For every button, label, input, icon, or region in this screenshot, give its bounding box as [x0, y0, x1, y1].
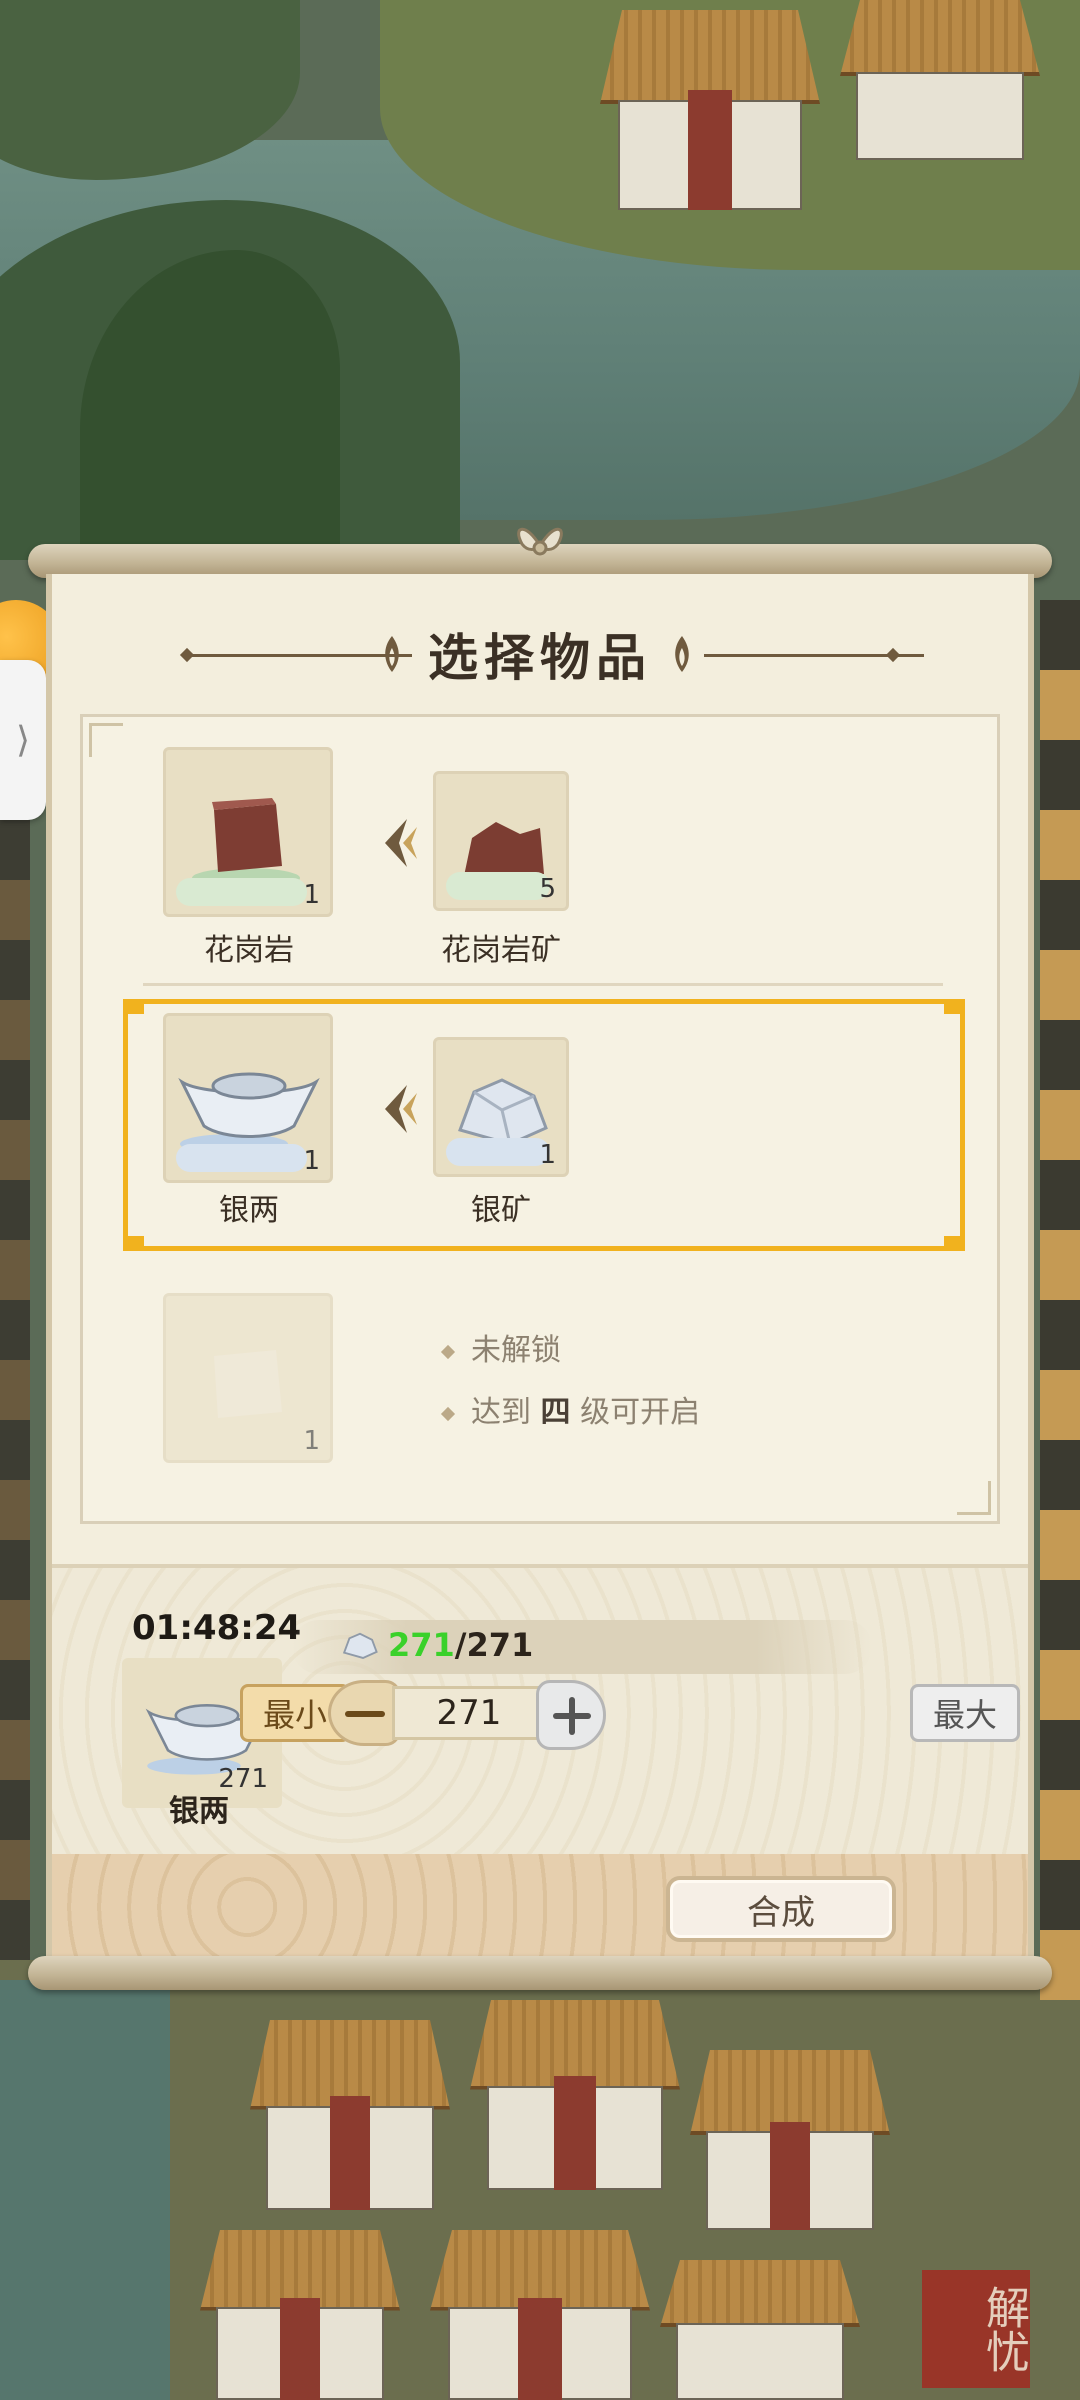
building: [840, 0, 1040, 160]
cost-amount: 271/271: [388, 1626, 533, 1664]
increase-button[interactable]: [536, 1680, 606, 1750]
item-count: 1: [303, 880, 320, 910]
building: [250, 2020, 450, 2210]
unlock-level: 四: [540, 1395, 571, 1430]
quantity-input[interactable]: 271: [392, 1686, 546, 1740]
building: [690, 2050, 890, 2230]
marble-block-icon: [214, 1350, 282, 1418]
building: [200, 2230, 400, 2400]
chevron-right-icon: ⟩: [15, 719, 31, 761]
decrease-button[interactable]: [328, 1680, 400, 1746]
craft-controls: 01:48:24 271 银两 271/271 最小 271 最大: [52, 1564, 1028, 1858]
dialog-footer: 合成: [52, 1854, 1028, 1960]
unlock-requirement: 达到 四 级可开启: [440, 1387, 701, 1431]
result-name: 银两: [169, 1794, 229, 1829]
item-name: 银两: [219, 1193, 279, 1228]
row-divider: [143, 983, 943, 986]
minus-icon: [345, 1711, 385, 1717]
output-slot[interactable]: 1: [163, 747, 333, 917]
granite-block-icon: [192, 798, 300, 888]
recipe-row-locked[interactable]: 1 未解锁 达到 四 级可开启: [103, 1283, 979, 1487]
building: [430, 2230, 650, 2400]
item-count: 1: [303, 1426, 320, 1456]
unlock-suffix: 级可开启: [580, 1395, 701, 1430]
item-count: 5: [539, 874, 556, 904]
bullet-icon: [440, 1406, 456, 1421]
max-button[interactable]: 最大: [910, 1684, 1020, 1742]
locked-status: 未解锁: [440, 1325, 561, 1369]
silver-ingot-icon: [178, 1072, 320, 1154]
count-badge: [446, 872, 550, 900]
recipe-row[interactable]: 1 花岗岩 5 花岗岩矿: [103, 747, 979, 997]
flame-ornament-icon: [675, 636, 689, 672]
left-buildings-strip: [0, 820, 30, 1960]
bullet-icon: [440, 1344, 456, 1359]
silver-ore-icon: [342, 1632, 378, 1659]
output-slot[interactable]: 1: [163, 1013, 333, 1183]
building: [600, 10, 820, 210]
chevron-left-icon: [385, 819, 417, 867]
recipe-row-selected[interactable]: 1 银两 1 银矿: [103, 999, 979, 1251]
craft-timer: 01:48:24: [132, 1608, 302, 1648]
input-slot[interactable]: 1: [433, 1037, 569, 1177]
plus-icon: [553, 1697, 591, 1735]
knot-icon: [517, 527, 563, 556]
building: [660, 2260, 860, 2400]
item-name: 银矿: [471, 1193, 531, 1228]
output-slot: 1: [163, 1293, 333, 1463]
count-badge: [446, 1138, 550, 1166]
dialog-title: 选择物品: [428, 629, 652, 687]
item-name: 花岗岩矿: [441, 933, 561, 968]
locked-text: 未解锁: [471, 1333, 561, 1368]
side-expand-tab[interactable]: ⟩: [0, 660, 46, 820]
input-slot[interactable]: 5: [433, 771, 569, 911]
item-count: 1: [303, 1146, 320, 1176]
count-badge: [176, 1144, 308, 1172]
cost-have: 271: [388, 1626, 455, 1664]
recipe-list-frame: 1 花岗岩 5 花岗岩矿 1 银两 1 银矿 1 未解锁 达到 四 级可开启: [80, 714, 1000, 1524]
right-buildings-strip: [1040, 600, 1080, 2000]
scroll-rod-bottom: [28, 1956, 1052, 1990]
recipe-list[interactable]: 1 花岗岩 5 花岗岩矿 1 银两 1 银矿 1 未解锁 达到 四 级可开启: [103, 737, 979, 1487]
select-item-dialog: 选择物品 1 花岗岩 5 花岗岩矿 1 银两 1 银矿 1 未解锁 达到 四 级…: [46, 574, 1034, 1960]
craft-button[interactable]: 合成: [666, 1876, 896, 1942]
item-count: 1: [539, 1140, 556, 1170]
river-bottom: [0, 1980, 170, 2400]
count-badge: [176, 878, 308, 906]
chevron-left-icon: [385, 1085, 417, 1133]
item-name: 花岗岩: [204, 933, 294, 968]
unlock-prefix: 达到: [471, 1395, 531, 1430]
building: [470, 2000, 680, 2190]
corner-seal[interactable]: 解忧: [922, 2270, 1030, 2388]
cost-total: /271: [454, 1626, 534, 1664]
